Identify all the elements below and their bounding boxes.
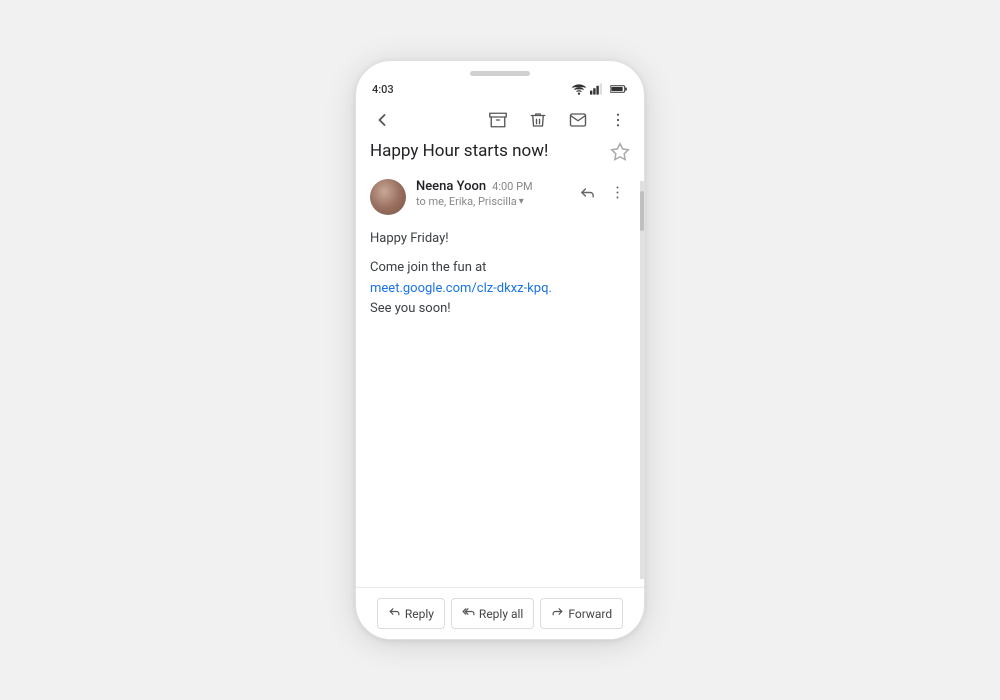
quick-reply-button[interactable] xyxy=(574,179,600,205)
sender-more-button[interactable] xyxy=(604,179,630,205)
forward-button[interactable]: Forward xyxy=(540,598,623,629)
email-signoff: See you soon! xyxy=(370,301,451,316)
sender-actions xyxy=(574,179,630,205)
scrollbar-track xyxy=(640,181,644,579)
sender-info: Neena Yoon 4:00 PM to me, Erika, Priscil… xyxy=(416,179,564,208)
email-subject: Happy Hour starts now! xyxy=(370,140,602,162)
chevron-down-icon: ▾ xyxy=(519,196,524,207)
email-body: Happy Friday! Come join the fun at meet.… xyxy=(370,229,630,320)
status-icons xyxy=(572,82,628,96)
sender-name: Neena Yoon xyxy=(416,179,486,194)
reply-all-button[interactable]: Reply all xyxy=(451,598,534,629)
phone-shell: 4:03 xyxy=(355,60,645,640)
mark-unread-button[interactable] xyxy=(564,106,592,134)
status-bar: 4:03 xyxy=(356,76,644,100)
email-content: Happy Hour starts now! Neena Yoon 4:00 P… xyxy=(356,140,644,587)
forward-label: Forward xyxy=(568,607,612,621)
sender-name-row: Neena Yoon 4:00 PM xyxy=(416,179,564,194)
sender-time: 4:00 PM xyxy=(492,180,532,193)
wifi-icon xyxy=(572,82,586,96)
email-link[interactable]: meet.google.com/clz-dkxz-kpq. xyxy=(370,281,552,296)
avatar xyxy=(370,179,406,215)
sender-to-label: to me, Erika, Priscilla xyxy=(416,195,517,208)
reply-icon xyxy=(388,605,401,622)
avatar-image xyxy=(370,179,406,215)
sender-row: Neena Yoon 4:00 PM to me, Erika, Priscil… xyxy=(370,179,630,215)
reply-all-icon xyxy=(462,605,475,622)
signal-icon xyxy=(590,83,606,95)
toolbar xyxy=(356,100,644,140)
email-subject-row: Happy Hour starts now! xyxy=(370,140,630,167)
reply-label: Reply xyxy=(405,607,434,621)
scrollbar-thumb[interactable] xyxy=(640,191,644,231)
sender-to[interactable]: to me, Erika, Priscilla ▾ xyxy=(416,195,564,208)
status-time: 4:03 xyxy=(372,83,394,96)
reply-button[interactable]: Reply xyxy=(377,598,445,629)
star-button[interactable] xyxy=(610,142,630,167)
battery-icon xyxy=(610,83,628,95)
email-greeting: Happy Friday! xyxy=(370,229,630,250)
forward-icon xyxy=(551,605,564,622)
reply-all-label: Reply all xyxy=(479,607,523,621)
archive-button[interactable] xyxy=(484,106,512,134)
action-bar: Reply Reply all Forward xyxy=(356,587,644,639)
back-button[interactable] xyxy=(368,106,396,134)
delete-button[interactable] xyxy=(524,106,552,134)
email-intro-text: Come join the fun at xyxy=(370,260,486,275)
more-options-button[interactable] xyxy=(604,106,632,134)
email-intro: Come join the fun at meet.google.com/clz… xyxy=(370,258,630,320)
